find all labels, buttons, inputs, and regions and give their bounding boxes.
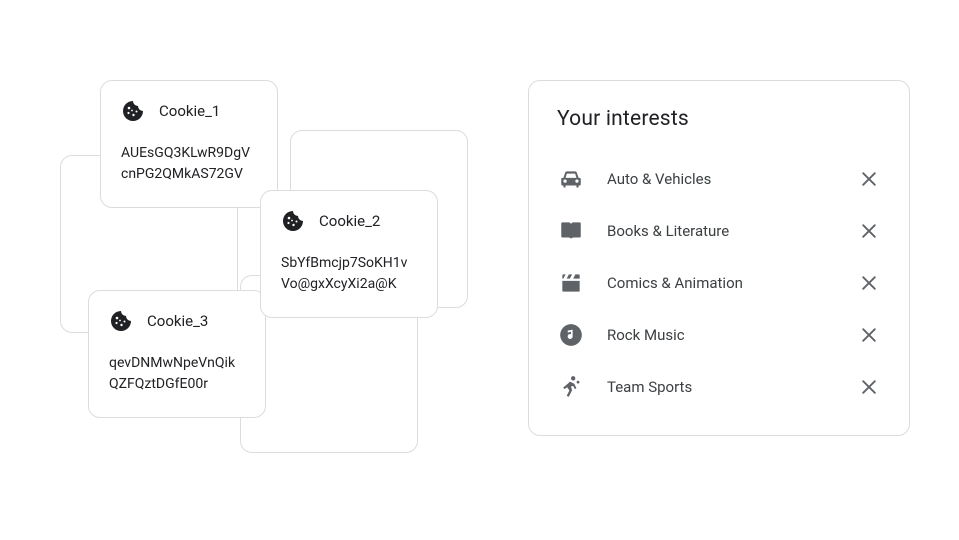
interests-panel: Your interests Auto & Vehicles Books & L… xyxy=(528,80,910,436)
cookie-value: qevDNMwNpeVnQik QZFQztDGfE00r xyxy=(109,353,245,395)
cookie-card: Cookie_2 SbYfBmcjp7SoKH1v Vo@gxXcyXi2a@K xyxy=(260,190,438,318)
cookie-card: Cookie_3 qevDNMwNpeVnQik QZFQztDGfE00r xyxy=(88,290,266,418)
interest-label: Comics & Animation xyxy=(607,274,855,292)
interest-row-auto: Auto & Vehicles xyxy=(557,153,883,205)
remove-interest-button[interactable] xyxy=(855,269,883,297)
interest-label: Books & Literature xyxy=(607,222,855,240)
interest-row-music: Rock Music xyxy=(557,309,883,361)
interest-row-comics: Comics & Animation xyxy=(557,257,883,309)
cookie-name: Cookie_1 xyxy=(159,102,220,120)
interest-row-sports: Team Sports xyxy=(557,361,883,413)
book-icon xyxy=(557,217,585,245)
interest-label: Rock Music xyxy=(607,326,855,344)
cookie-name: Cookie_3 xyxy=(147,312,208,330)
cookie-stack: Cookie_3 qevDNMwNpeVnQik QZFQztDGfE00r C… xyxy=(60,80,460,460)
interest-row-books: Books & Literature xyxy=(557,205,883,257)
interests-title: Your interests xyxy=(557,107,883,131)
remove-interest-button[interactable] xyxy=(855,373,883,401)
cookie-card: Cookie_1 AUEsGQ3KLwR9DgV cnPG2QMkAS72GV xyxy=(100,80,278,208)
clapper-icon xyxy=(557,269,585,297)
remove-interest-button[interactable] xyxy=(855,321,883,349)
remove-interest-button[interactable] xyxy=(855,165,883,193)
cookie-value: AUEsGQ3KLwR9DgV cnPG2QMkAS72GV xyxy=(121,143,257,185)
music-icon xyxy=(557,321,585,349)
interest-label: Auto & Vehicles xyxy=(607,170,855,188)
cookie-name: Cookie_2 xyxy=(319,212,380,230)
cookie-icon xyxy=(281,209,305,233)
cookie-icon xyxy=(109,309,133,333)
interest-label: Team Sports xyxy=(607,378,855,396)
sports-icon xyxy=(557,373,585,401)
cookie-icon xyxy=(121,99,145,123)
remove-interest-button[interactable] xyxy=(855,217,883,245)
cookie-value: SbYfBmcjp7SoKH1v Vo@gxXcyXi2a@K xyxy=(281,253,417,295)
car-icon xyxy=(557,165,585,193)
